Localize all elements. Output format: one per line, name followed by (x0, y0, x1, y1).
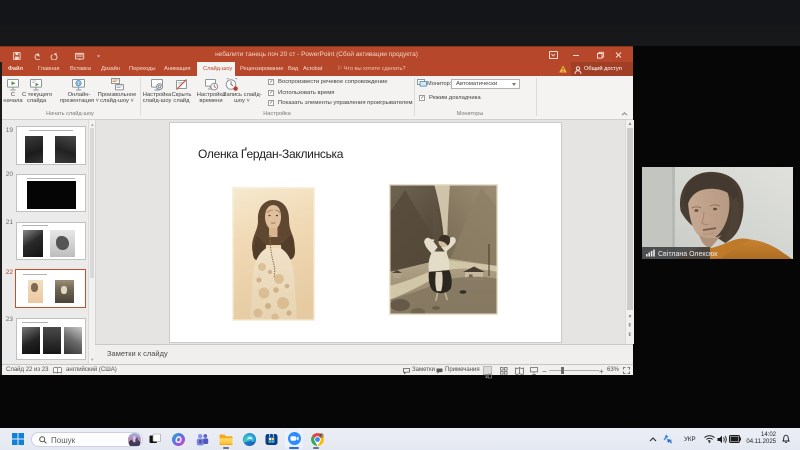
svg-text:Світлана Олексюк: Світлана Олексюк (658, 250, 718, 258)
